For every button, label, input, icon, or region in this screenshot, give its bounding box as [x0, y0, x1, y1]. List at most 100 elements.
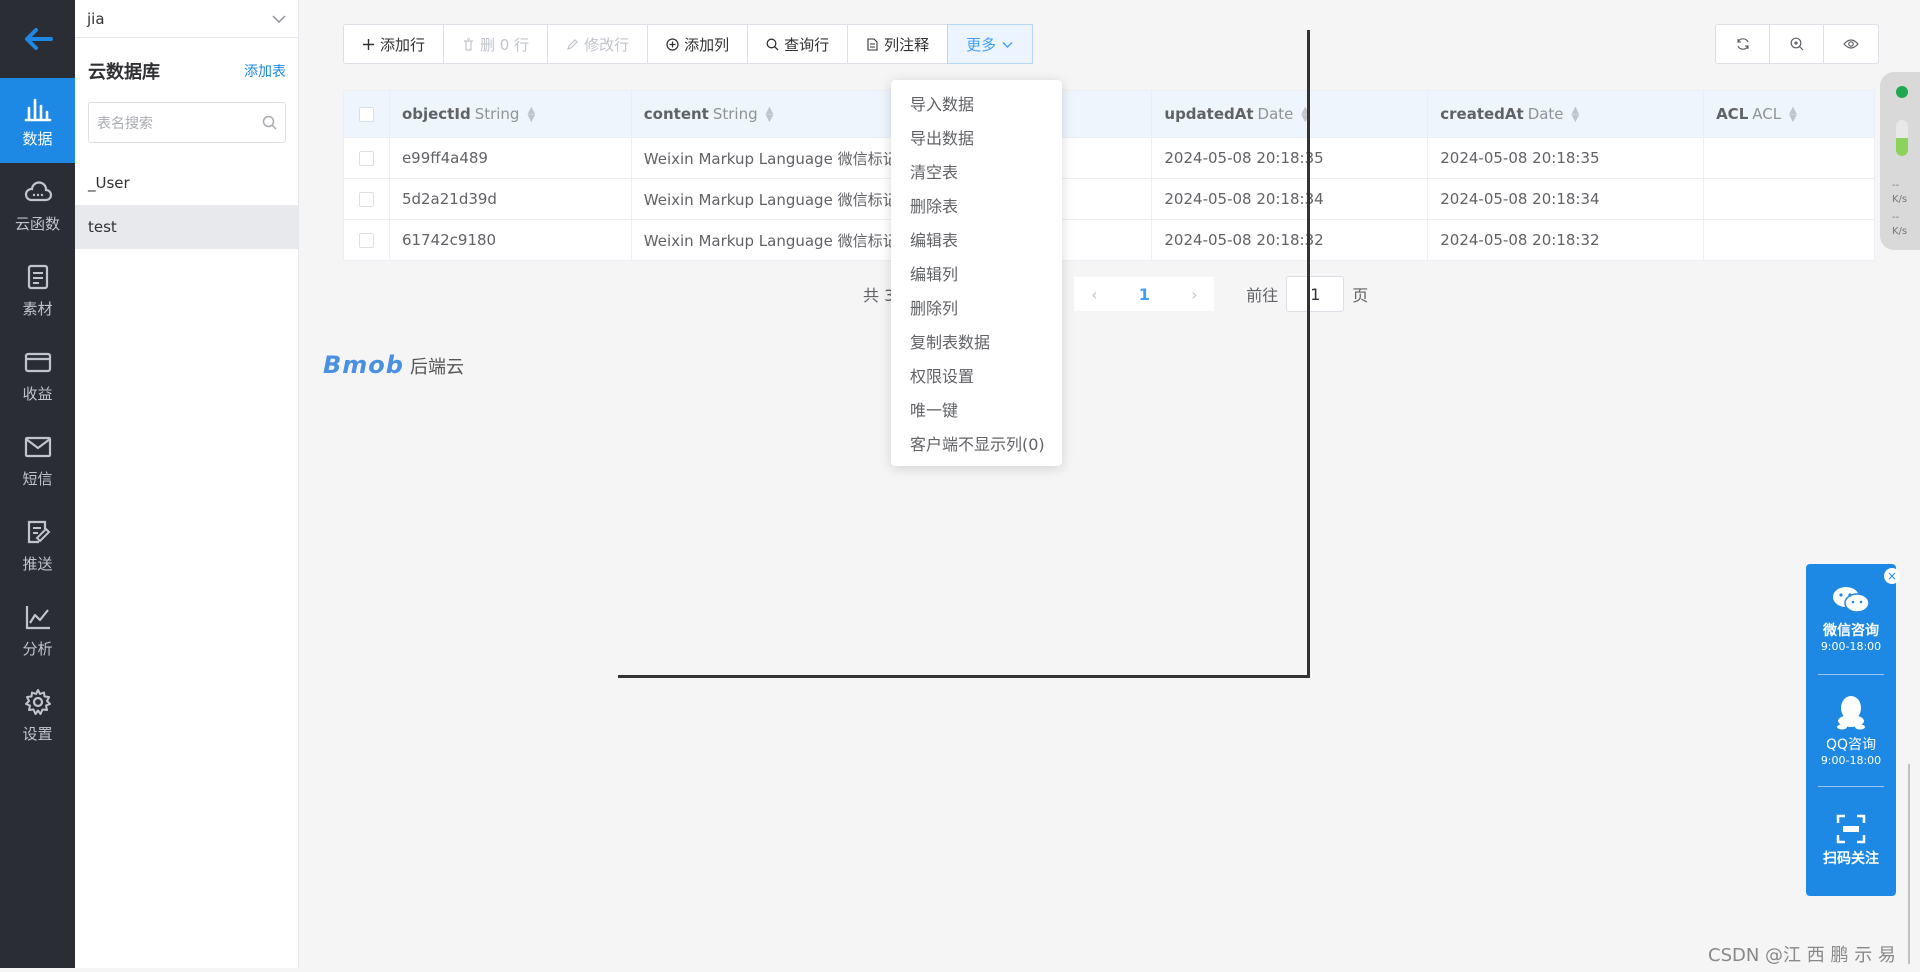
refresh-button[interactable]: [1716, 25, 1770, 63]
row-select-cell: [343, 219, 390, 261]
nav-item-push[interactable]: 推送: [0, 503, 75, 588]
view-button[interactable]: [1824, 25, 1878, 63]
nav-item-material[interactable]: 素材: [0, 248, 75, 333]
sort-icon[interactable]: ▲ ▼: [1572, 105, 1580, 123]
edit-row-button[interactable]: 修改行: [548, 25, 649, 63]
wechat-title: 微信咨询: [1823, 623, 1879, 639]
add-column-button[interactable]: 添加列: [648, 25, 749, 63]
column-note-button[interactable]: 列注释: [848, 25, 949, 63]
menu-item-hidden-columns[interactable]: 客户端不显示列(0): [891, 426, 1062, 460]
table-search-input[interactable]: 表名搜索: [88, 102, 286, 143]
status-dot-icon: [1896, 86, 1908, 98]
column-name: ACL: [1716, 105, 1749, 123]
add-table-link[interactable]: 添加表: [244, 61, 286, 81]
cell-objectid[interactable]: e99ff4a489: [388, 137, 632, 179]
menu-item-unique-key[interactable]: 唯一键: [891, 392, 1062, 426]
menu-item-clear-table[interactable]: 清空表: [891, 154, 1062, 188]
prev-page-button[interactable]: ‹: [1074, 285, 1114, 304]
contact-widget: × 微信咨询 9:00-18:00 QQ咨询 9:00-18:00 扫码关注: [1806, 564, 1900, 896]
nav-item-sms[interactable]: 短信: [0, 418, 75, 503]
more-dropdown-button[interactable]: 更多: [947, 24, 1034, 64]
delete-row-button[interactable]: 删 0 行: [444, 25, 549, 63]
nav-item-revenue[interactable]: 收益: [0, 333, 75, 418]
nav-item-analytics[interactable]: 分析: [0, 588, 75, 673]
nav-item-cloud-function[interactable]: 云函数: [0, 163, 75, 248]
divider: [1818, 674, 1884, 675]
view-toolbar: [1715, 24, 1879, 64]
cell-acl[interactable]: [1703, 137, 1875, 179]
sort-icon[interactable]: ▲ ▼: [1301, 105, 1309, 123]
column-header-updatedat[interactable]: updatedAt Date ▲ ▼: [1151, 90, 1429, 138]
wechat-consult[interactable]: 微信咨询 9:00-18:00: [1806, 584, 1896, 653]
menu-item-edit-table[interactable]: 编辑表: [891, 222, 1062, 256]
menu-item-permissions[interactable]: 权限设置: [891, 358, 1062, 392]
select-all-checkbox[interactable]: [358, 107, 374, 122]
logo-brand: Bmob: [323, 351, 404, 379]
zoom-button[interactable]: [1770, 25, 1824, 63]
row-checkbox[interactable]: [358, 233, 374, 248]
menu-item-export-data[interactable]: 导出数据: [891, 120, 1062, 154]
table-row[interactable]: 61742c9180 Weixin Markup Language 微信标记..…: [343, 219, 1875, 261]
row-select-cell: [343, 137, 390, 179]
cell-updatedat[interactable]: 2024-05-08 20:18:34: [1151, 178, 1429, 220]
cell-updatedat[interactable]: 2024-05-08 20:18:35: [1151, 137, 1429, 179]
query-row-button[interactable]: 查询行: [748, 25, 849, 63]
table-item-user[interactable]: _User: [75, 161, 298, 205]
column-header-createdat[interactable]: createdAt Date ▲ ▼: [1427, 90, 1705, 138]
plus-icon: [363, 38, 374, 50]
table-row[interactable]: e99ff4a489 Weixin Markup Language 微信标记..…: [343, 137, 1875, 179]
cell-acl[interactable]: [1703, 178, 1875, 220]
nav-item-data[interactable]: 数据: [0, 78, 75, 163]
goto-page-input[interactable]: 1: [1286, 276, 1345, 312]
card-icon: [24, 352, 51, 373]
column-type: ACL: [1752, 105, 1782, 123]
search-icon: [262, 115, 277, 130]
cell-objectid[interactable]: 5d2a21d39d: [388, 178, 632, 220]
back-button[interactable]: [0, 0, 75, 78]
next-page-button[interactable]: ›: [1174, 285, 1214, 304]
row-checkbox[interactable]: [358, 192, 374, 207]
network-status-widget[interactable]: -- K/s -- K/s: [1880, 72, 1920, 250]
bar-chart-icon: [24, 98, 51, 122]
pagination-total: 共 3: [863, 286, 895, 305]
sort-icon[interactable]: ▲ ▼: [766, 105, 774, 123]
column-name: createdAt: [1440, 105, 1524, 123]
column-header-objectid[interactable]: objectId String ▲ ▼: [388, 90, 632, 138]
menu-item-import-data[interactable]: 导入数据: [891, 86, 1062, 120]
scrollbar[interactable]: [1908, 764, 1910, 964]
sort-icon[interactable]: ▲ ▼: [527, 105, 535, 123]
menu-item-delete-column[interactable]: 删除列: [891, 290, 1062, 324]
nav-label: 收益: [22, 385, 53, 403]
cell-updatedat[interactable]: 2024-05-08 20:18:32: [1151, 219, 1429, 261]
qq-consult[interactable]: QQ咨询 9:00-18:00: [1806, 694, 1896, 767]
sidebar-header: 云数据库 添加表: [75, 38, 298, 92]
nav-item-settings[interactable]: 设置: [0, 673, 75, 758]
close-icon[interactable]: ×: [1884, 568, 1900, 584]
menu-item-copy-table-data[interactable]: 复制表数据: [891, 324, 1062, 358]
table-row[interactable]: 5d2a21d39d Weixin Markup Language 微信标记..…: [343, 178, 1875, 220]
search-placeholder: 表名搜索: [97, 115, 153, 132]
arrow-left-icon: [24, 28, 53, 50]
column-note-label: 列注释: [884, 35, 930, 54]
app-root: 数据 云函数 素材 收益 短信 推送 分析 设置 jia 云数据库 添加表 表名…: [0, 0, 1920, 972]
cell-objectid[interactable]: 61742c9180: [388, 219, 632, 261]
scan-follow[interactable]: 扫码关注: [1806, 814, 1896, 868]
cell-createdat[interactable]: 2024-05-08 20:18:35: [1427, 137, 1705, 179]
more-label: 更多: [966, 35, 997, 54]
cell-createdat[interactable]: 2024-05-08 20:18:34: [1427, 178, 1705, 220]
row-checkbox[interactable]: [358, 151, 374, 166]
cell-createdat[interactable]: 2024-05-08 20:18:32: [1427, 219, 1705, 261]
menu-item-edit-column[interactable]: 编辑列: [891, 256, 1062, 290]
cell-acl[interactable]: [1703, 219, 1875, 261]
table-toolbar: 添加行 删 0 行 修改行 添加列 查询行 列注释 更多: [343, 24, 1034, 64]
download-unit: K/s: [1892, 226, 1908, 237]
page-number[interactable]: 1: [1114, 285, 1174, 304]
column-header-acl[interactable]: ACL ACL ▲ ▼: [1703, 90, 1875, 138]
sort-icon[interactable]: ▲ ▼: [1789, 105, 1797, 123]
add-row-button[interactable]: 添加行: [344, 25, 445, 63]
menu-item-delete-table[interactable]: 删除表: [891, 188, 1062, 222]
query-row-label: 查询行: [784, 35, 830, 54]
app-selector[interactable]: jia: [75, 0, 298, 38]
table-item-test[interactable]: test: [75, 205, 298, 249]
table-header-row: objectId String ▲ ▼ content String ▲ ▼ updated…: [343, 90, 1875, 138]
